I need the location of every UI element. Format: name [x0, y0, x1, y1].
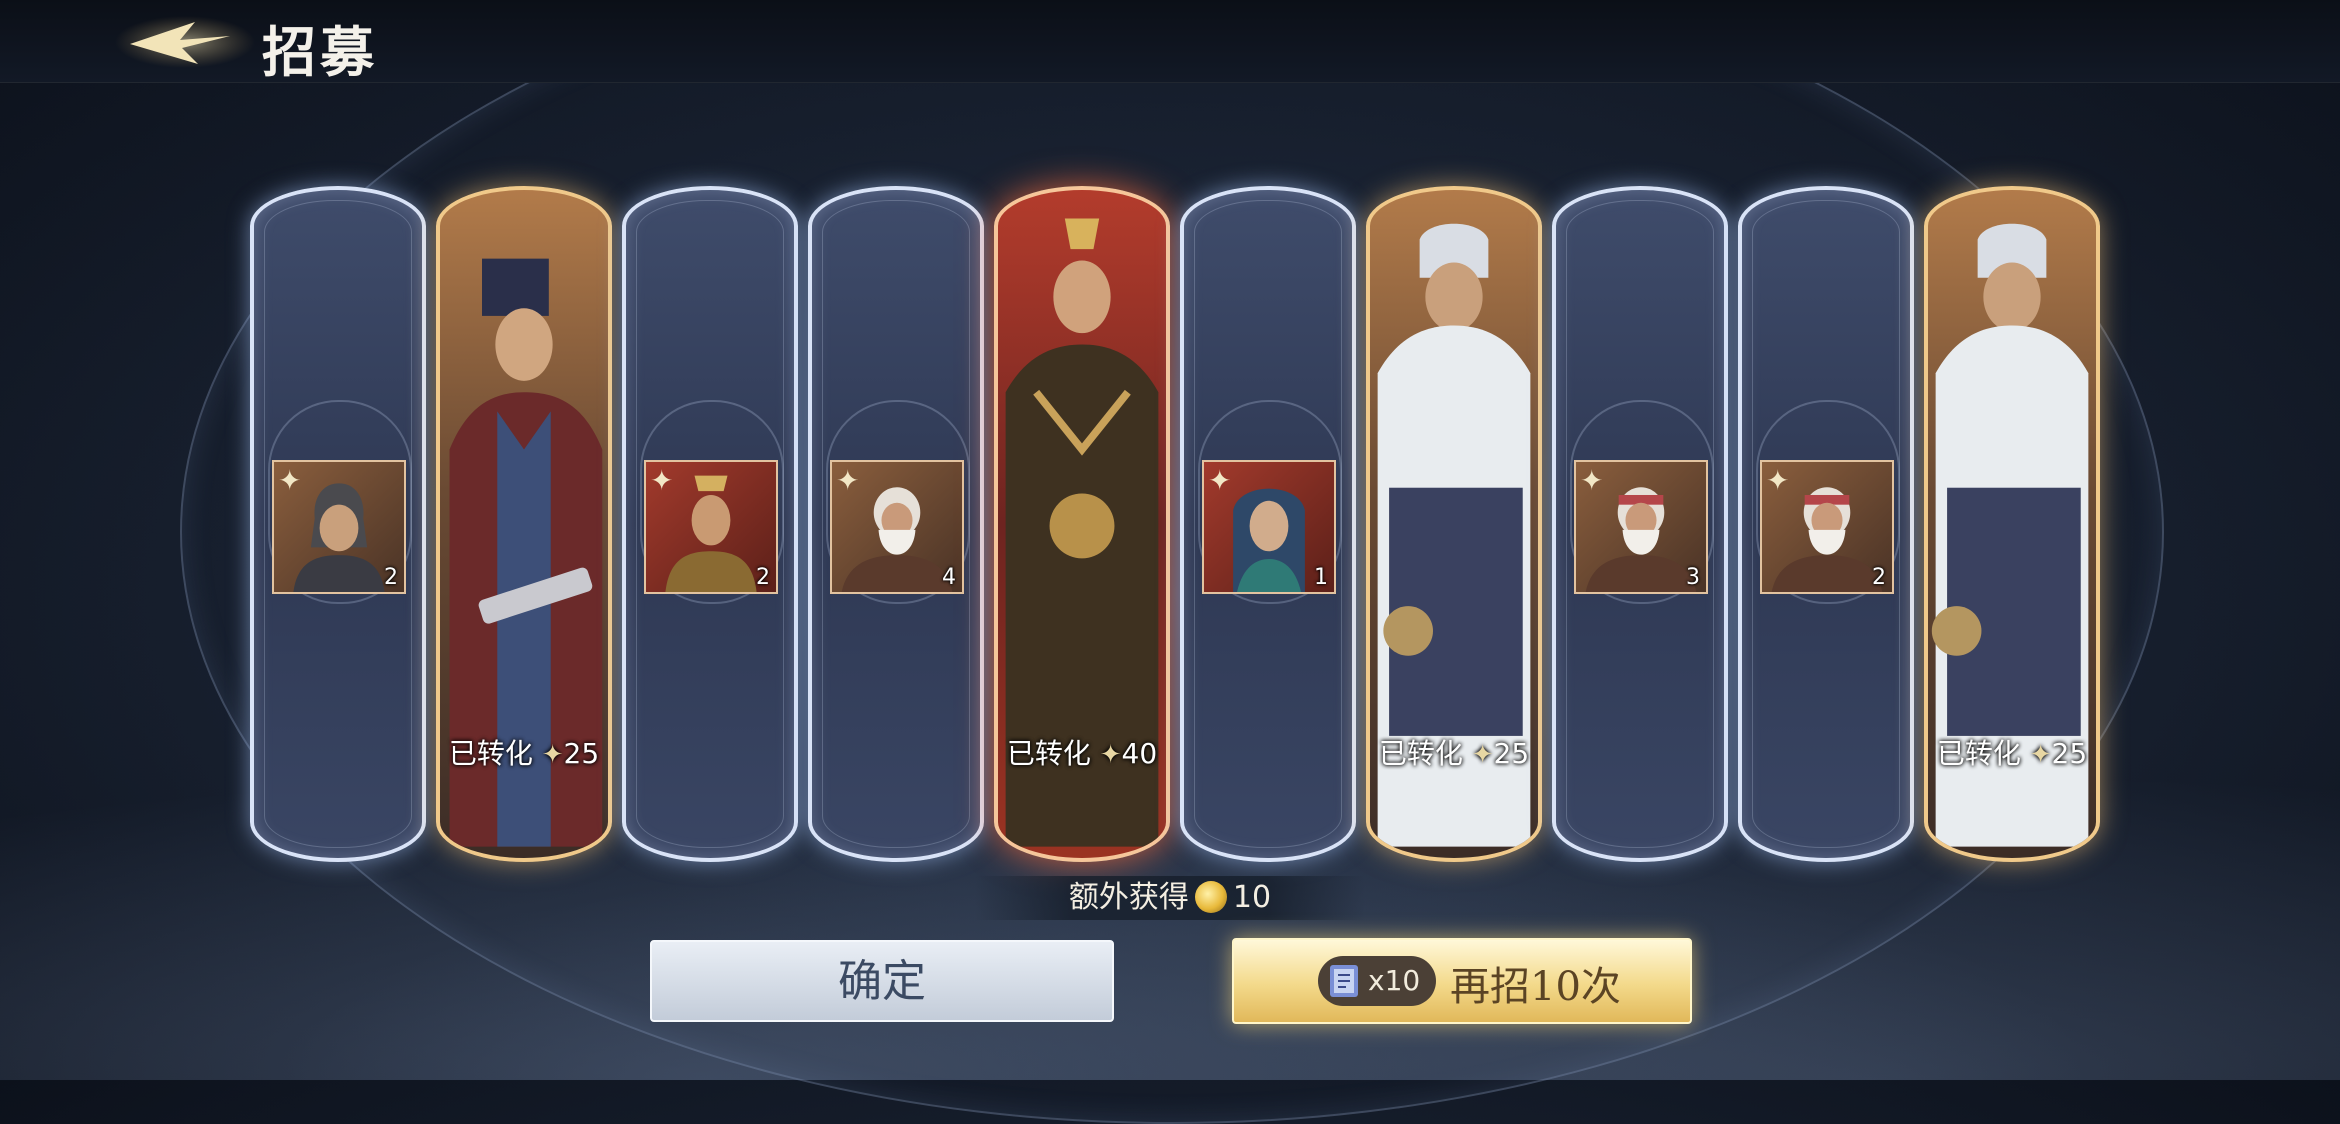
recruit-again-button[interactable]: x10 再招10次: [1232, 938, 1692, 1024]
converted-row: 已转化 ✦25: [1928, 732, 2096, 776]
puzzle-icon: ✦: [541, 740, 564, 770]
fragment-count: 1: [1314, 565, 1328, 590]
result-card[interactable]: ✦ 2: [622, 186, 798, 862]
result-card-hero[interactable]: 已转化 ✦25: [1366, 186, 1542, 862]
result-card[interactable]: ✦ 2: [250, 186, 426, 862]
result-card-hero[interactable]: 已转化 ✦25: [436, 186, 612, 862]
hero-fragment[interactable]: ✦ 2: [272, 460, 406, 594]
converted-label: 已转化: [448, 737, 533, 770]
puzzle-icon: ✦: [1580, 464, 1604, 497]
bonus-label: 额外获得: [1068, 880, 1189, 915]
converted-row: 已转化 ✦40: [998, 732, 1166, 776]
result-card[interactable]: ✦ 1: [1180, 186, 1356, 862]
puzzle-icon: ✦: [1208, 464, 1232, 497]
ticket-count: x10: [1368, 964, 1421, 997]
coin-icon: [1194, 880, 1227, 913]
bonus-amount: 10: [1232, 880, 1272, 915]
converted-row: 已转化 ✦25: [1370, 732, 1538, 776]
back-button[interactable]: [110, 6, 260, 76]
fragment-count: 4: [942, 565, 956, 590]
puzzle-icon: ✦: [2029, 740, 2052, 770]
fragment-count: 2: [384, 565, 398, 590]
result-card-hero[interactable]: 已转化 ✦40: [994, 186, 1170, 862]
hero-fragment[interactable]: ✦ 1: [1202, 460, 1336, 594]
puzzle-icon: ✦: [650, 464, 674, 497]
result-card-hero[interactable]: 已转化 ✦25: [1924, 186, 2100, 862]
converted-label: 已转化: [1936, 737, 2021, 770]
converted-fragments: 25: [563, 737, 600, 770]
hero-fragment[interactable]: ✦ 2: [1760, 460, 1894, 594]
puzzle-icon: ✦: [1471, 740, 1494, 770]
result-card[interactable]: ✦ 2: [1738, 186, 1914, 862]
converted-fragments: 40: [1121, 737, 1158, 770]
converted-label: 已转化: [1006, 737, 1091, 770]
converted-label: 已转化: [1378, 737, 1463, 770]
ticket-badge: x10: [1318, 956, 1436, 1006]
confirm-button[interactable]: 确定: [650, 940, 1114, 1022]
result-card[interactable]: ✦ 4: [808, 186, 984, 862]
converted-row: 已转化 ✦25: [440, 732, 608, 776]
back-arrow-icon: [115, 16, 255, 68]
page-title: 招募: [262, 20, 378, 84]
puzzle-icon: ✦: [836, 464, 860, 497]
top-bar: 招募: [0, 0, 2340, 84]
fragment-count: 2: [756, 565, 770, 590]
converted-fragments: 25: [2051, 737, 2088, 770]
result-card[interactable]: ✦ 3: [1552, 186, 1728, 862]
fragment-count: 2: [1872, 565, 1886, 590]
recruit-ticket-icon: [1330, 965, 1358, 997]
recruit-again-label: 再招10次: [1450, 964, 1621, 1010]
puzzle-icon: ✦: [1099, 740, 1122, 770]
fragment-count: 3: [1686, 565, 1700, 590]
puzzle-icon: ✦: [1766, 464, 1790, 497]
puzzle-icon: ✦: [278, 464, 302, 497]
hero-fragment[interactable]: ✦ 2: [644, 460, 778, 594]
hero-fragment[interactable]: ✦ 4: [830, 460, 964, 594]
converted-fragments: 25: [1493, 737, 1530, 770]
hero-fragment[interactable]: ✦ 3: [1574, 460, 1708, 594]
bonus-reward: 额外获得 10: [975, 876, 1365, 920]
